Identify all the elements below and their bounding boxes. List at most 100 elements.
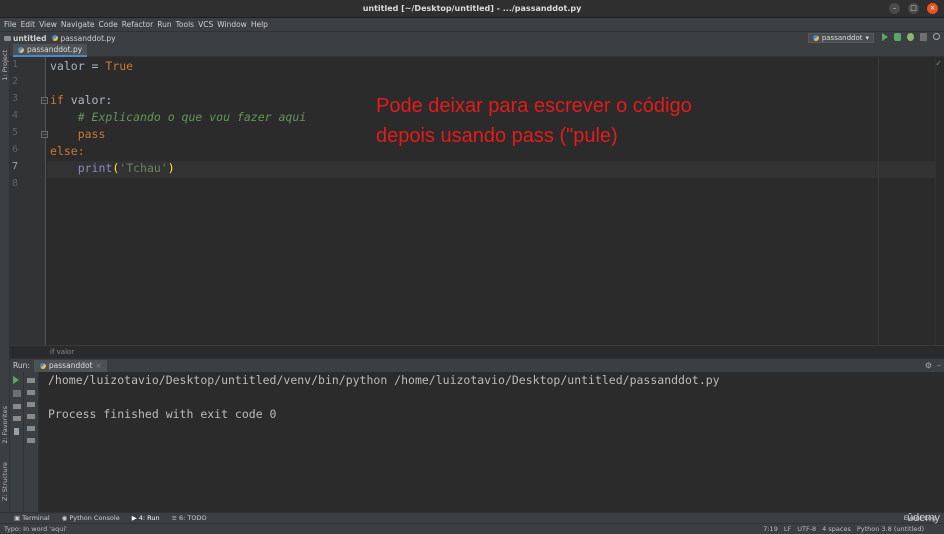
menu-view[interactable]: View (37, 20, 59, 29)
scroll-to-end-icon[interactable] (27, 414, 35, 419)
line-number-gutter: 1 2 3 4 5 6 7 8 − − (10, 57, 48, 345)
breadcrumb-project[interactable]: untitled (4, 34, 46, 43)
menu-bar: File Edit View Navigate Code Refactor Ru… (0, 18, 944, 31)
stop-button[interactable] (13, 390, 21, 397)
close-icon[interactable]: × (96, 362, 102, 370)
right-margin-guide (878, 57, 879, 345)
folder-icon (4, 35, 11, 41)
terminal-tab[interactable]: ▣ Terminal (14, 514, 50, 522)
structure-tool-tab[interactable]: Z: Structure (1, 462, 9, 501)
minimize-button[interactable]: – (889, 3, 900, 14)
pin-icon[interactable] (14, 428, 19, 435)
python-console-tab[interactable]: ◉ Python Console (62, 514, 120, 522)
menu-tools[interactable]: Tools (174, 20, 196, 29)
line-number: 2 (12, 76, 19, 87)
code-line-1: valor = True (50, 59, 134, 73)
python-console-icon: ◉ (61, 514, 68, 522)
indent-setting[interactable]: 4 spaces (822, 525, 851, 533)
code-line-5: pass (50, 127, 106, 141)
favorites-tool-tab[interactable]: 2: Favorites (1, 406, 9, 444)
menu-run[interactable]: Run (155, 20, 173, 29)
coverage-button[interactable] (907, 33, 914, 41)
scroll-up-icon[interactable] (27, 378, 35, 383)
run-tab-passanddot[interactable]: passanddot × (33, 359, 108, 372)
line-number: 6 (12, 144, 19, 155)
line-number: 7 (12, 161, 19, 172)
python-file-icon (39, 362, 46, 369)
window-controls: – □ × (889, 3, 938, 14)
settings-icon[interactable] (13, 416, 21, 421)
run-tab[interactable]: ▶ 4: Run (132, 514, 160, 522)
line-number: 1 (12, 59, 19, 70)
status-bar: Typo: In word 'aqui' 7:19 LF UTF-8 4 spa… (0, 523, 944, 534)
menu-refactor[interactable]: Refactor (120, 20, 155, 29)
run-panel-header: Run: passanddot × ⚙ – (10, 358, 944, 372)
todo-tab[interactable]: ≡ 6: TODO (172, 514, 207, 522)
python-interpreter[interactable]: Python 3.8 (untitled) (857, 525, 924, 533)
code-line-6: else: (50, 144, 85, 158)
udemy-watermark: ûdemy (906, 512, 940, 524)
title-bar: untitled [~/Desktop/untitled] - .../pass… (0, 0, 944, 18)
line-number: 3 (12, 93, 19, 104)
print-icon[interactable] (27, 426, 35, 431)
python-file-icon (18, 46, 24, 53)
left-tool-strip: 1: Project 2: Favorites Z: Structure (0, 44, 10, 512)
list-icon: ≡ (171, 514, 178, 522)
bottom-tool-tabs: ▣ Terminal ◉ Python Console ▶ 4: Run ≡ 6: TO… (0, 512, 944, 523)
project-tool-tab[interactable]: 1: Project (1, 50, 9, 81)
fold-marker-icon[interactable]: − (41, 97, 48, 104)
stop-button[interactable] (920, 33, 927, 41)
line-separator[interactable]: LF (784, 525, 791, 533)
fold-marker-icon[interactable]: − (41, 131, 48, 138)
check-icon: ✓ (935, 59, 942, 68)
navigation-bar: untitled passanddot.py passanddot ▾ (0, 31, 944, 44)
menu-navigate[interactable]: Navigate (59, 20, 97, 29)
context-breadcrumb[interactable]: if valor (50, 348, 74, 356)
run-toolbar-secondary (24, 372, 39, 512)
editor-tab-bar: passanddot.py (10, 44, 944, 57)
console-line: /home/luizotavio/Desktop/untitled/venv/b… (48, 373, 720, 387)
menu-code[interactable]: Code (97, 20, 120, 29)
scroll-down-icon[interactable] (27, 390, 35, 395)
current-line-highlight (47, 161, 935, 178)
run-console[interactable]: /home/luizotavio/Desktop/untitled/venv/b… (39, 372, 944, 512)
right-scroll-strip[interactable]: ✓ (935, 57, 944, 345)
run-button[interactable] (882, 33, 888, 41)
code-line-3: if valor: (50, 93, 113, 107)
toolbar (882, 33, 940, 41)
debug-button[interactable] (894, 33, 901, 41)
soft-wrap-icon[interactable] (27, 402, 35, 407)
window-title: untitled [~/Desktop/untitled] - .../pass… (362, 4, 582, 13)
annotation-line-2: depois usando pass ("pule) (376, 125, 618, 147)
run-configuration-select[interactable]: passanddot ▾ (807, 33, 874, 43)
code-line-7: print('Tchau') (77, 161, 175, 175)
menu-vcs[interactable]: VCS (196, 20, 215, 29)
minimize-panel-icon[interactable]: – (937, 361, 941, 370)
code-editor[interactable]: 1 2 3 4 5 6 7 8 − − valor = True if valo… (10, 57, 935, 345)
menu-help[interactable]: Help (249, 20, 270, 29)
line-number: 4 (12, 110, 19, 121)
trash-icon[interactable] (27, 438, 35, 443)
editor-tab-passanddot[interactable]: passanddot.py (13, 44, 88, 57)
line-number: 5 (12, 127, 19, 138)
terminal-icon: ▣ (14, 514, 21, 522)
status-indicators: 7:19 LF UTF-8 4 spaces Python 3.8 (untit… (763, 525, 924, 533)
play-icon: ▶ (131, 514, 137, 522)
breadcrumb-file[interactable]: passanddot.py (52, 34, 116, 43)
line-number: 8 (12, 178, 19, 189)
status-message: Typo: In word 'aqui' (4, 525, 67, 533)
menu-window[interactable]: Window (215, 20, 249, 29)
search-icon[interactable] (933, 33, 940, 40)
cursor-position[interactable]: 7:19 (763, 525, 778, 533)
gear-icon[interactable]: ⚙ (925, 361, 932, 370)
annotation-text: Pode deixar para escrever o código depoi… (376, 91, 836, 151)
file-encoding[interactable]: UTF-8 (797, 525, 816, 533)
maximize-button[interactable]: □ (908, 3, 919, 14)
menu-edit[interactable]: Edit (19, 20, 38, 29)
rerun-button[interactable] (13, 376, 19, 384)
close-button[interactable]: × (927, 3, 938, 14)
layout-icon[interactable] (13, 404, 21, 409)
editor-breadcrumb: if valor (10, 345, 944, 358)
annotation-line-1: Pode deixar para escrever o código (376, 95, 692, 117)
menu-file[interactable]: File (2, 20, 19, 29)
